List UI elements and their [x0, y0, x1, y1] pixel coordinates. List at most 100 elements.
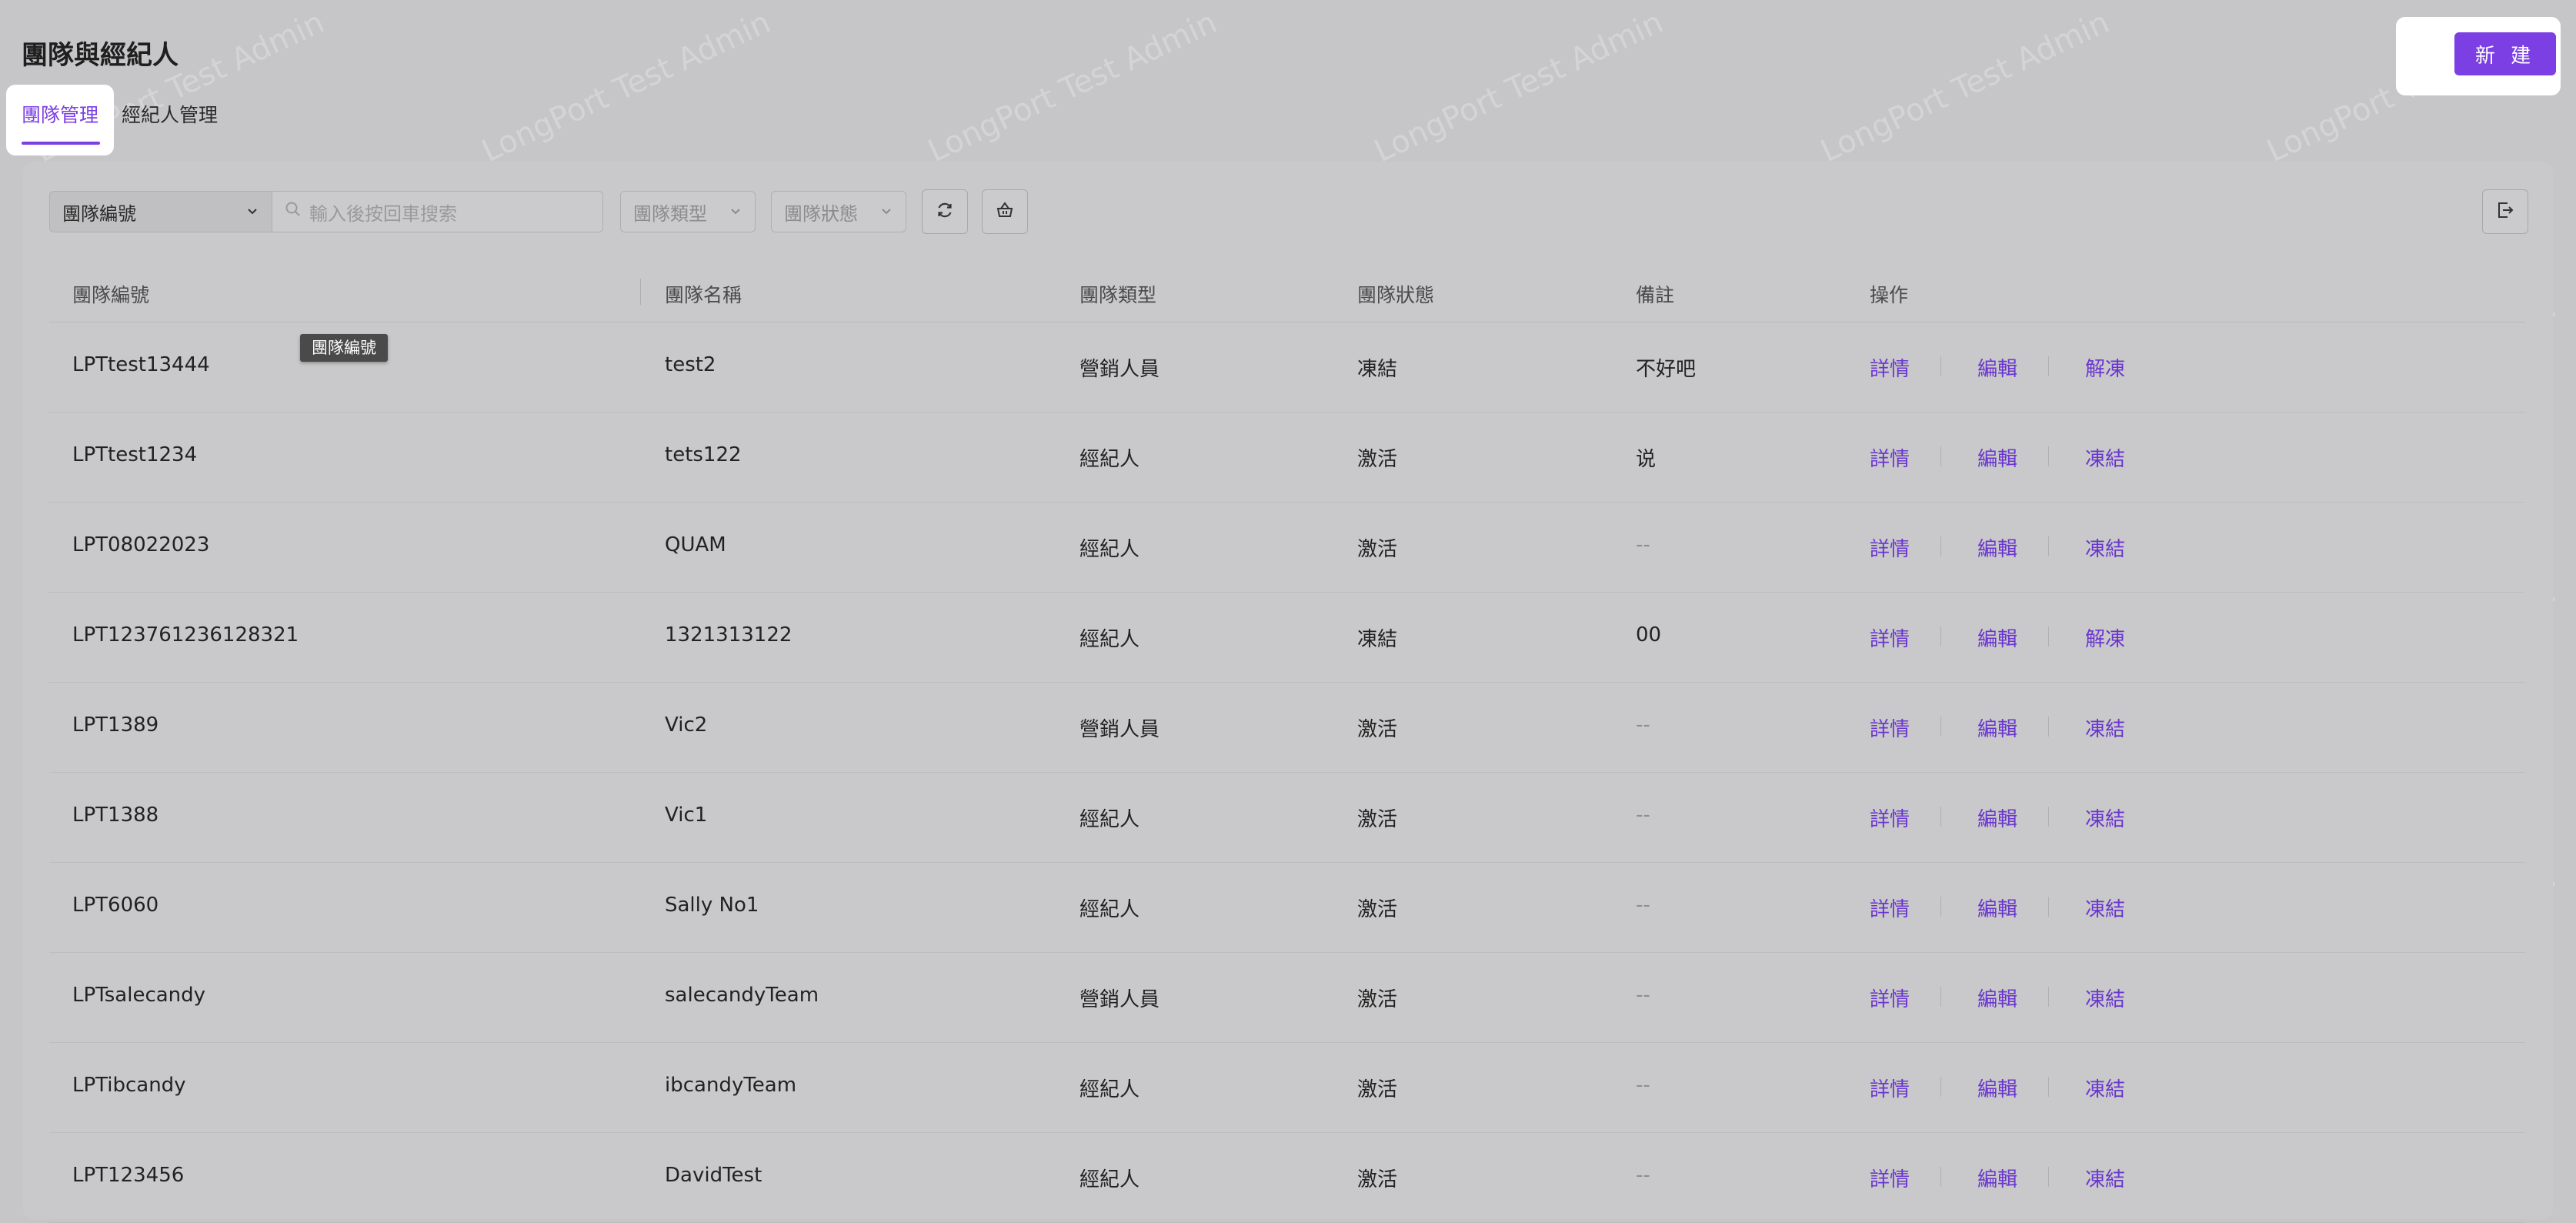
edit-link[interactable]: 編輯 [1977, 353, 2017, 382]
cell-team-status: 激活 [1357, 1078, 1398, 1101]
cell-team-status: 激活 [1357, 808, 1398, 831]
detail-link[interactable]: 詳情 [1870, 894, 1910, 922]
column-header-team-name: 團隊名稱 [665, 284, 742, 306]
chevron-down-icon [879, 201, 893, 222]
action-divider [2048, 1167, 2049, 1187]
detail-link[interactable]: 詳情 [1870, 1164, 1910, 1192]
cell-team-id: LPT123761236128321 [72, 623, 299, 647]
watermark-text: LongPort Test Admin [1815, 4, 2115, 170]
tab-team-management[interactable]: 團隊管理 [22, 100, 98, 128]
freeze-toggle-link[interactable]: 凍結 [2085, 1164, 2125, 1192]
search-icon [285, 201, 302, 222]
cell-team-name: test2 [665, 353, 716, 376]
cell-team-name: Sally No1 [665, 894, 759, 917]
edit-link[interactable]: 編輯 [1977, 804, 2017, 832]
cell-team-name: QUAM [665, 533, 726, 556]
table-row: LPT1389 Vic2 營銷人員 激活 -- 詳情 編輯 凍結 [49, 683, 2525, 773]
freeze-toggle-link[interactable]: 凍結 [2085, 713, 2125, 742]
detail-link[interactable]: 詳情 [1870, 713, 1910, 742]
detail-link[interactable]: 詳情 [1870, 984, 1910, 1012]
detail-link[interactable]: 詳情 [1870, 623, 1910, 652]
cell-team-name: ibcandyTeam [665, 1074, 797, 1097]
export-button[interactable] [2482, 189, 2528, 234]
detail-link[interactable]: 詳情 [1870, 353, 1910, 382]
detail-link[interactable]: 詳情 [1870, 443, 1910, 472]
cell-team-type: 營銷人員 [1079, 988, 1160, 1011]
new-button[interactable]: 新 建 [2454, 32, 2556, 75]
edit-link[interactable]: 編輯 [1977, 533, 2017, 562]
cell-team-type: 營銷人員 [1079, 718, 1160, 741]
table-row: LPTibcandy ibcandyTeam 經紀人 激活 -- 詳情 編輯 凍結 [49, 1043, 2525, 1133]
action-divider [2048, 446, 2049, 466]
tab-agent-management[interactable]: 經紀人管理 [122, 100, 218, 128]
team-status-select[interactable]: 團隊狀態 [771, 191, 906, 232]
action-divider [1940, 446, 1941, 466]
detail-link[interactable]: 詳情 [1870, 1074, 1910, 1102]
cell-team-id: LPTibcandy [72, 1074, 186, 1097]
cell-team-status: 激活 [1357, 1168, 1398, 1191]
chevron-down-icon [729, 201, 742, 222]
cell-team-status: 激活 [1357, 988, 1398, 1011]
clear-filters-button[interactable] [982, 189, 1028, 234]
cell-team-status: 激活 [1357, 538, 1398, 561]
action-divider [2048, 356, 2049, 376]
column-header-team-status: 團隊狀態 [1357, 284, 1435, 306]
cell-team-id: LPTtest13444 [72, 353, 210, 376]
column-header-team-type: 團隊類型 [1079, 284, 1157, 306]
chevron-down-icon [245, 201, 259, 222]
detail-link[interactable]: 詳情 [1870, 804, 1910, 832]
detail-link[interactable]: 詳情 [1870, 533, 1910, 562]
freeze-toggle-link[interactable]: 凍結 [2085, 533, 2125, 562]
cell-team-name: 1321313122 [665, 623, 792, 647]
edit-link[interactable]: 編輯 [1977, 984, 2017, 1012]
edit-link[interactable]: 編輯 [1977, 894, 2017, 922]
cell-team-type: 經紀人 [1079, 1078, 1140, 1101]
search-field-select[interactable]: 團隊編號 [49, 191, 272, 232]
cell-team-type: 經紀人 [1079, 538, 1140, 561]
freeze-toggle-link[interactable]: 凍結 [2085, 443, 2125, 472]
column-header-team-id: 團隊編號 [72, 284, 150, 306]
cell-team-type: 營銷人員 [1079, 358, 1160, 381]
freeze-toggle-link[interactable]: 凍結 [2085, 984, 2125, 1012]
freeze-toggle-link[interactable]: 凍結 [2085, 804, 2125, 832]
cell-team-status: 激活 [1357, 718, 1398, 741]
team-status-label: 團隊狀態 [784, 202, 858, 225]
action-divider [2048, 717, 2049, 737]
table-row: LPTtest13444 test2 營銷人員 凍結 不好吧 詳情 編輯 解凍 [49, 322, 2525, 413]
action-divider [1940, 1077, 1941, 1097]
freeze-toggle-link[interactable]: 凍結 [2085, 894, 2125, 922]
cell-team-status: 凍結 [1357, 358, 1398, 381]
column-divider [640, 279, 641, 305]
cell-team-name: tets122 [665, 443, 742, 466]
search-input[interactable]: 輸入後按回車搜索 [272, 191, 603, 232]
edit-link[interactable]: 編輯 [1977, 623, 2017, 652]
cell-note: -- [1636, 1074, 1650, 1097]
action-divider [1940, 627, 1941, 647]
watermark-text: LongPort Test Admin [1369, 4, 1669, 170]
freeze-toggle-link[interactable]: 解凍 [2085, 353, 2125, 382]
table-row: LPT08022023 QUAM 經紀人 激活 -- 詳情 編輯 凍結 [49, 503, 2525, 593]
table-body: LPTtest13444 test2 營銷人員 凍結 不好吧 詳情 編輯 解凍 LPTtest1… [49, 322, 2525, 1223]
table-row: LPTsalecandy salecandyTeam 營銷人員 激活 -- 詳情 編輯 凍結 [49, 953, 2525, 1043]
refresh-button[interactable] [922, 189, 968, 234]
export-icon [2495, 200, 2515, 223]
action-divider [1940, 897, 1941, 917]
cell-team-name: DavidTest [665, 1164, 762, 1187]
table-row: LPT6060 Sally No1 經紀人 激活 -- 詳情 編輯 凍結 [49, 863, 2525, 953]
cell-team-id: LPT1388 [72, 804, 159, 827]
cell-team-name: salecandyTeam [665, 984, 819, 1007]
column-header-note: 備註 [1636, 284, 1675, 306]
cell-note: -- [1636, 533, 1650, 556]
active-tab-indicator [22, 142, 100, 145]
team-type-select[interactable]: 團隊類型 [620, 191, 756, 232]
cell-note: -- [1636, 1164, 1650, 1187]
edit-link[interactable]: 編輯 [1977, 1074, 2017, 1102]
cell-note: 不好吧 [1636, 358, 1697, 381]
edit-link[interactable]: 編輯 [1977, 1164, 2017, 1192]
freeze-toggle-link[interactable]: 凍結 [2085, 1074, 2125, 1102]
edit-link[interactable]: 編輯 [1977, 713, 2017, 742]
edit-link[interactable]: 編輯 [1977, 443, 2017, 472]
freeze-toggle-link[interactable]: 解凍 [2085, 623, 2125, 652]
cell-note: 说 [1636, 448, 1657, 471]
cell-team-type: 經紀人 [1079, 898, 1140, 921]
